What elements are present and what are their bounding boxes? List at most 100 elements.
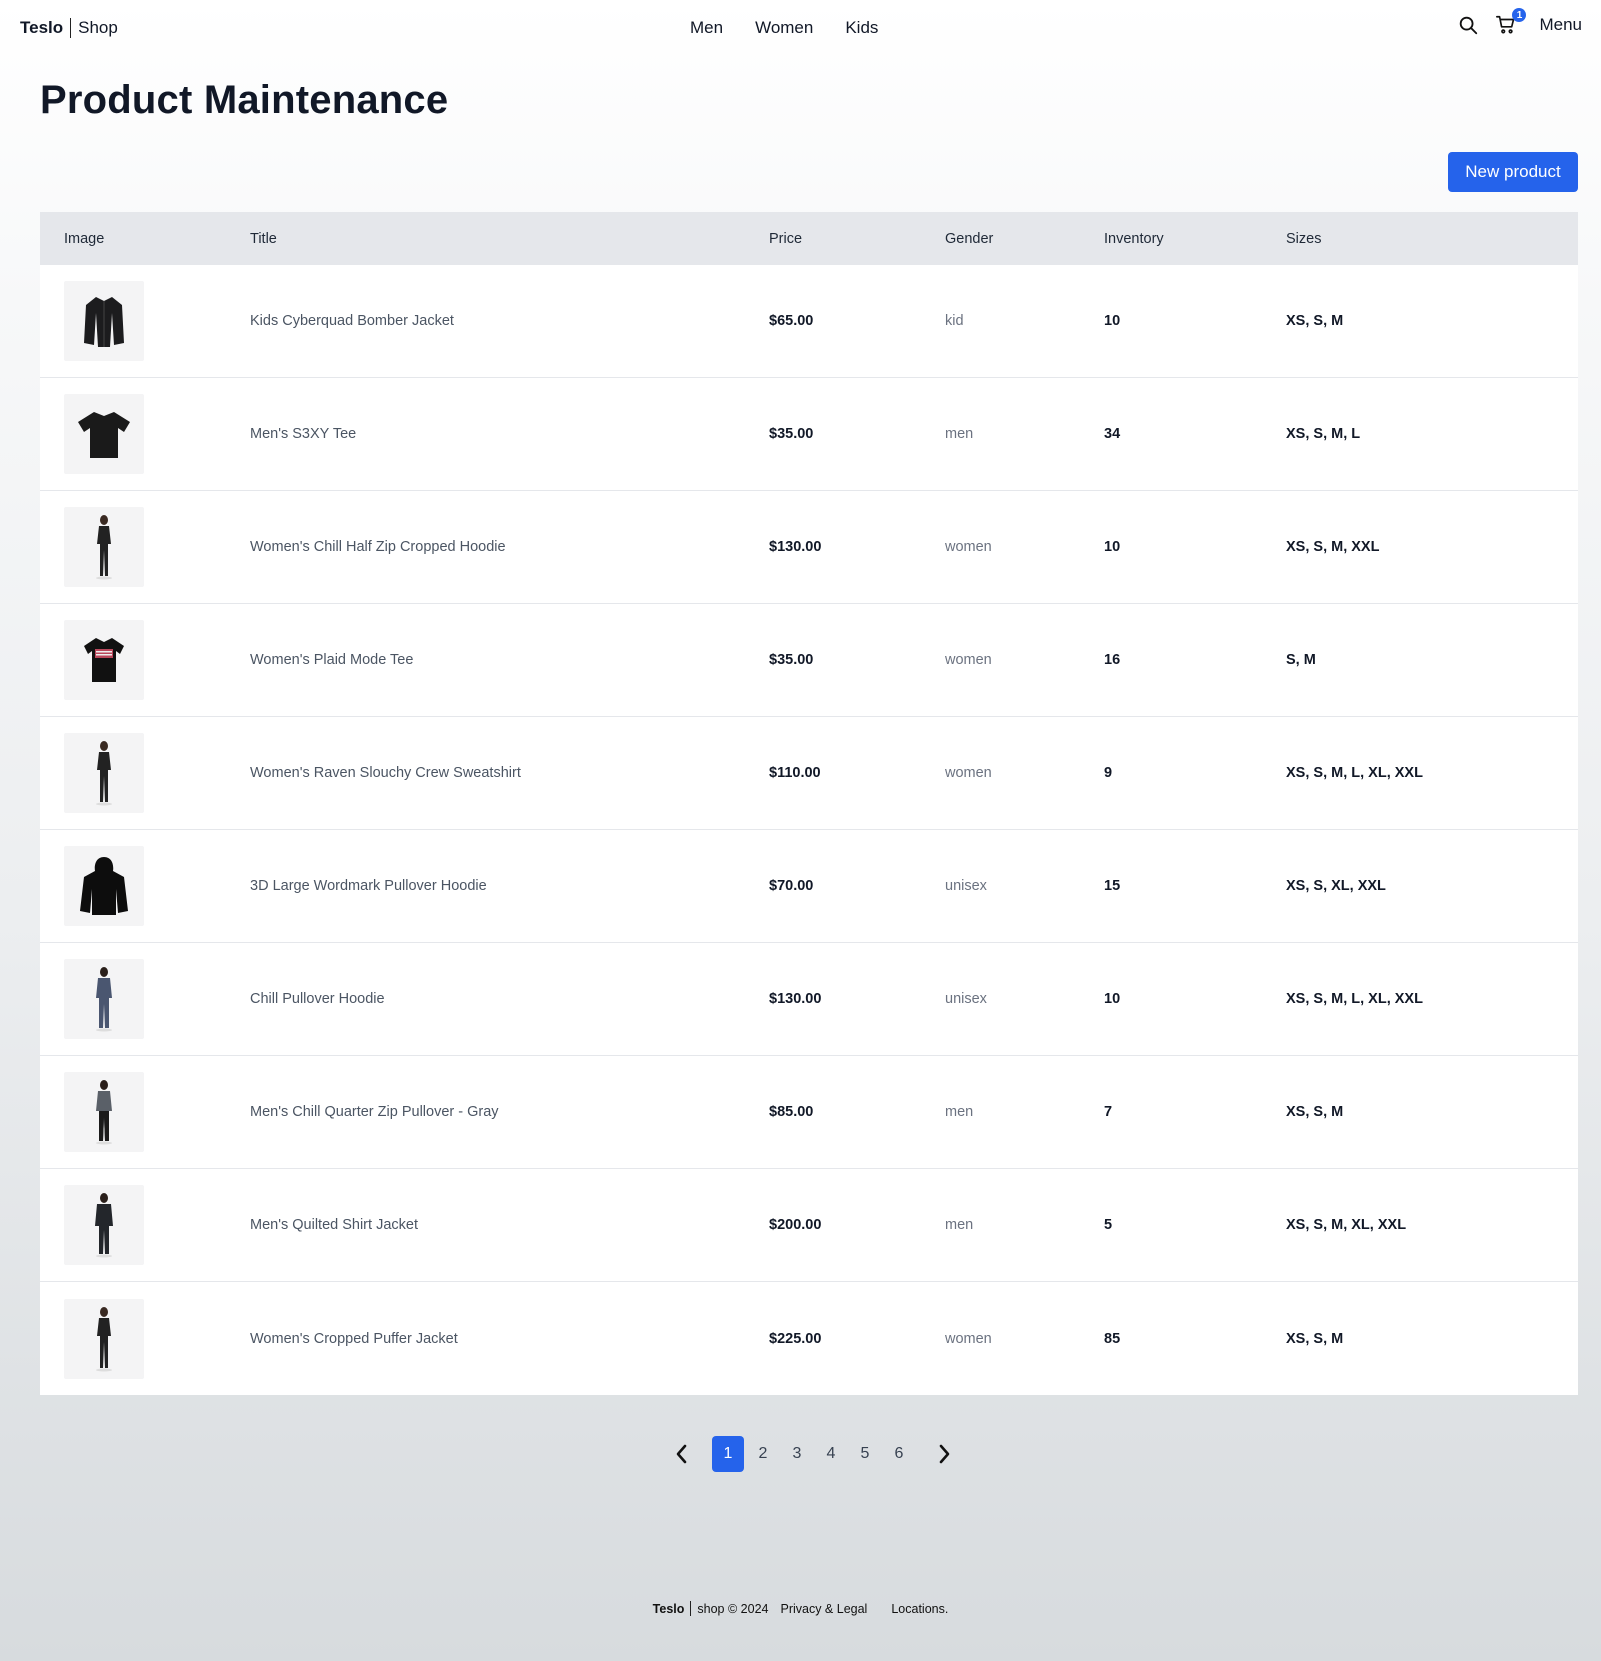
page-button-6[interactable]: 6 [882, 1436, 916, 1472]
price-cell: $70.00 [769, 878, 814, 894]
image-cell [40, 281, 250, 361]
page-button-3[interactable]: 3 [780, 1436, 814, 1472]
sizes-cell: XS, S, M, XXL [1286, 539, 1380, 555]
title-cell: 3D Large Wordmark Pullover Hoodie [250, 878, 769, 894]
table-row: Women's Raven Slouchy Crew Sweatshirt $11… [40, 717, 1578, 830]
title-cell: Women's Raven Slouchy Crew Sweatshirt [250, 765, 769, 781]
title-cell: Kids Cyberquad Bomber Jacket [250, 313, 769, 329]
inventory-cell: 5 [1104, 1217, 1113, 1233]
page-button-4[interactable]: 4 [814, 1436, 848, 1472]
inventory-cell: 16 [1104, 652, 1121, 668]
table-row: 3D Large Wordmark Pullover Hoodie $70.00 u… [40, 830, 1578, 943]
footer-locations-link[interactable]: Locations. [891, 1602, 948, 1616]
image-cell [40, 394, 250, 474]
products-table: Image Title Price Gender Inventory Sizes… [40, 212, 1578, 1395]
chevron-left-icon[interactable] [668, 1436, 696, 1472]
product-title-link[interactable]: Men's Quilted Shirt Jacket [250, 1217, 418, 1233]
column-header-title: Title [250, 230, 277, 247]
inventory-cell: 10 [1104, 313, 1121, 329]
nav-link-men[interactable]: Men [690, 18, 723, 38]
table-row: Kids Cyberquad Bomber Jacket $65.00 kid 10 X… [40, 265, 1578, 378]
product-title-link[interactable]: Women's Raven Slouchy Crew Sweatshirt [250, 765, 521, 781]
product-title-link[interactable]: Kids Cyberquad Bomber Jacket [250, 313, 454, 329]
table-row: Women's Cropped Puffer Jacket $225.00 wome… [40, 1282, 1578, 1395]
column-header-sizes: Sizes [1286, 230, 1322, 247]
product-thumbnail[interactable] [64, 394, 144, 474]
column-header-gender: Gender [945, 230, 994, 247]
menu-button[interactable]: Menu [1539, 15, 1582, 35]
page-button-5[interactable]: 5 [848, 1436, 882, 1472]
footer-privacy-link[interactable]: Privacy & Legal [780, 1602, 867, 1616]
product-title-link[interactable]: Chill Pullover Hoodie [250, 991, 385, 1007]
product-thumbnail[interactable] [64, 620, 144, 700]
product-title-link[interactable]: Men's Chill Quarter Zip Pullover - Gray [250, 1104, 499, 1120]
gender-cell: kid [945, 313, 964, 329]
product-thumbnail[interactable] [64, 1298, 144, 1379]
image-cell [40, 959, 250, 1039]
sizes-cell: XS, S, M, L, XL, XXL [1286, 991, 1423, 1007]
gender-cell: women [945, 765, 992, 781]
inventory-cell: 7 [1104, 1104, 1113, 1120]
product-thumbnail[interactable] [64, 846, 144, 926]
price-cell: $110.00 [769, 765, 821, 781]
nav-link-women[interactable]: Women [755, 18, 813, 38]
product-title-link[interactable]: Women's Chill Half Zip Cropped Hoodie [250, 539, 506, 555]
price-cell: $35.00 [769, 652, 814, 668]
inventory-cell: 34 [1104, 426, 1121, 442]
product-title-link[interactable]: 3D Large Wordmark Pullover Hoodie [250, 878, 487, 894]
table-header: Image Title Price Gender Inventory Sizes [40, 212, 1578, 265]
product-thumbnail[interactable] [64, 281, 144, 361]
product-thumbnail[interactable] [64, 733, 144, 813]
gender-cell: women [945, 1330, 992, 1347]
image-cell [40, 846, 250, 926]
inventory-cell: 9 [1104, 765, 1113, 781]
price-cell: $130.00 [769, 539, 822, 555]
footer: Teslo shop © 2024 Privacy & Legal Locati… [0, 1601, 1601, 1616]
chevron-right-icon[interactable] [930, 1436, 958, 1472]
cart-icon[interactable]: 1 [1495, 8, 1527, 36]
image-cell [40, 1072, 250, 1152]
gender-cell: women [945, 539, 992, 555]
gender-cell: men [945, 426, 974, 442]
title-cell: Women's Plaid Mode Tee [250, 652, 769, 668]
title-cell: Women's Cropped Puffer Jacket [250, 1331, 769, 1347]
column-header-inventory: Inventory [1104, 230, 1164, 247]
table-row: Men's S3XY Tee $35.00 men 34 XS, S, M, L [40, 378, 1578, 491]
table-row: Men's Quilted Shirt Jacket $200.00 men 5 XS,… [40, 1169, 1578, 1282]
gender-cell: men [945, 1104, 974, 1120]
price-cell: $65.00 [769, 313, 814, 329]
price-cell: $35.00 [769, 426, 814, 442]
inventory-cell: 85 [1104, 1330, 1121, 1347]
title-cell: Men's Quilted Shirt Jacket [250, 1217, 769, 1233]
product-thumbnail[interactable] [64, 1072, 144, 1152]
column-header-price: Price [769, 230, 803, 247]
table-row: Chill Pullover Hoodie $130.00 unisex 10 XS, … [40, 943, 1578, 1056]
product-thumbnail[interactable] [64, 959, 144, 1039]
title-cell: Chill Pullover Hoodie [250, 991, 769, 1007]
product-title-link[interactable]: Women's Plaid Mode Tee [250, 652, 413, 668]
sizes-cell: XS, S, M [1286, 1104, 1344, 1120]
image-cell [40, 1185, 250, 1265]
pagination: 1 2 3 4 5 6 [668, 1436, 958, 1472]
table-row: Men's Chill Quarter Zip Pullover - Gray $… [40, 1056, 1578, 1169]
title-cell: Men's Chill Quarter Zip Pullover - Gray [250, 1104, 769, 1120]
brand-divider [70, 18, 72, 38]
new-product-button[interactable]: New product [1448, 152, 1578, 192]
cart-count-badge: 1 [1512, 8, 1527, 22]
brand-suffix: Shop [78, 18, 118, 37]
nav-link-kids[interactable]: Kids [845, 18, 878, 38]
product-thumbnail[interactable] [64, 1185, 144, 1265]
brand-logo[interactable]: Teslo Shop [20, 18, 118, 38]
gender-cell: women [945, 652, 992, 668]
search-icon[interactable] [1457, 14, 1479, 36]
product-title-link[interactable]: Women's Cropped Puffer Jacket [250, 1331, 458, 1347]
gender-cell: unisex [945, 991, 987, 1007]
page-button-1[interactable]: 1 [712, 1436, 744, 1472]
footer-divider [690, 1601, 692, 1616]
product-title-link[interactable]: Men's S3XY Tee [250, 426, 356, 442]
page-button-2[interactable]: 2 [746, 1436, 780, 1472]
image-cell [40, 1298, 250, 1379]
table-body: Kids Cyberquad Bomber Jacket $65.00 kid 10 X… [40, 265, 1578, 1395]
product-thumbnail[interactable] [64, 507, 144, 587]
footer-brand: Teslo [652, 1601, 685, 1616]
